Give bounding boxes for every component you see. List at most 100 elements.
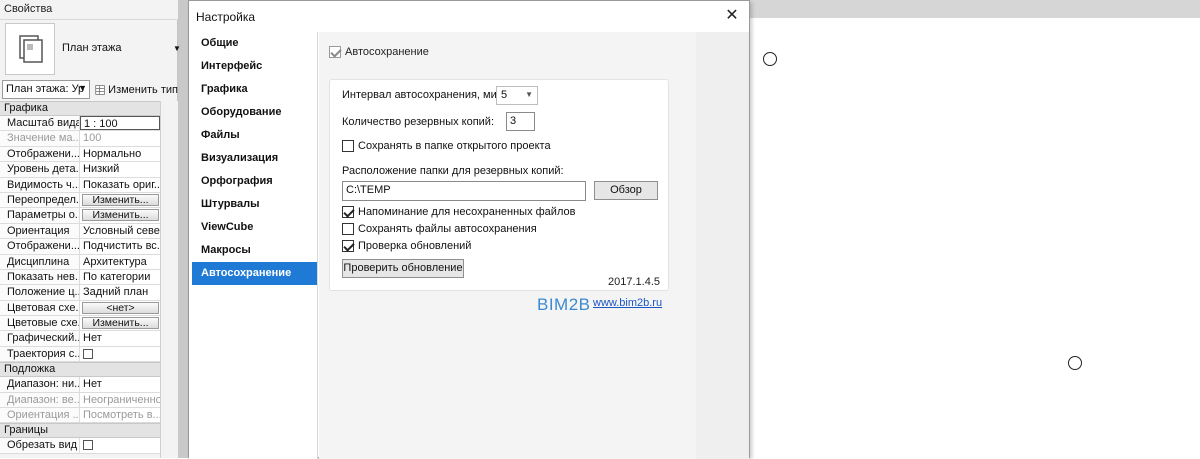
property-row: Ориентация ... Посмотреть в... — [0, 408, 178, 424]
property-row: Траектория с... — [0, 346, 178, 363]
property-row: Обрезать вид — [0, 438, 178, 454]
property-value[interactable]: 1 : 100 — [80, 116, 160, 131]
property-value: Неограниченно — [80, 392, 160, 408]
property-edit-button[interactable]: Изменить... — [82, 209, 159, 222]
edit-type-label: Изменить тип — [108, 84, 178, 96]
property-key: Ориентация ... — [0, 408, 80, 423]
property-value[interactable]: Показать ориг... — [80, 177, 160, 192]
properties-grid: Графика⌃Масштаб вида1 : 100Значение ма..… — [0, 101, 178, 454]
property-value[interactable] — [80, 346, 160, 362]
level-marker-icon[interactable] — [763, 52, 777, 66]
nav-item[interactable]: Графика — [189, 78, 317, 101]
nav-item[interactable]: Интерфейс — [189, 55, 317, 78]
property-row: Графический... Нет — [0, 331, 178, 347]
property-key: Переопредел... — [0, 192, 80, 208]
keep-autosave-files-checkbox[interactable]: Сохранять файлы автосохранения — [342, 223, 537, 236]
property-key: Траектория с... — [0, 346, 80, 362]
save-in-project-folder-checkbox[interactable]: Сохранять в папке открытого проекта — [342, 140, 551, 153]
edit-type-button[interactable]: Изменить тип — [95, 81, 178, 99]
nav-item[interactable]: Орфография — [189, 170, 317, 193]
remind-unsaved-label: Напоминание для несохраненных файлов — [358, 206, 576, 218]
property-row: Ориентация Условный север — [0, 223, 178, 240]
property-value[interactable]: Изменить... — [80, 316, 160, 331]
nav-item[interactable]: Общие — [189, 32, 317, 55]
dialog-side-rail — [696, 32, 749, 459]
property-row: Показать нев... По категории — [0, 269, 178, 286]
autosave-enable-checkbox[interactable]: Автосохранение — [329, 46, 429, 59]
property-group-label: Графика — [4, 102, 48, 114]
property-key: Диапазон: ни... — [0, 377, 80, 392]
property-checkbox[interactable] — [83, 440, 93, 451]
property-row: Дисциплина Архитектура — [0, 254, 178, 270]
nav-item[interactable]: Штурвалы — [189, 193, 317, 216]
chevron-down-icon: ▼ — [525, 90, 533, 99]
interval-select[interactable]: 5 ▼ — [496, 86, 538, 105]
property-key: Цветовые схе... — [0, 316, 80, 331]
property-group-header[interactable]: Подложка⌃ — [0, 362, 178, 378]
floor-plan-icon — [5, 23, 55, 75]
property-value[interactable]: Изменить... — [80, 192, 160, 208]
bim2b-logo: BIM2B — [537, 295, 591, 314]
remind-unsaved-checkbox[interactable]: Напоминание для несохраненных файлов — [342, 206, 576, 219]
properties-palette: Свойства План этажа ▼ План этажа: Ур ▼ И… — [0, 0, 181, 458]
close-icon[interactable]: ✕ — [721, 5, 743, 27]
type-dropdown-icon[interactable]: ▼ — [173, 44, 181, 53]
type-selector[interactable]: План этажа ▼ — [0, 20, 181, 78]
property-value[interactable]: Низкий — [80, 162, 160, 177]
dialog-titlebar[interactable]: Настройка ✕ — [189, 1, 749, 32]
property-row: Цветовые схе... Изменить... — [0, 316, 178, 332]
interval-value: 5 — [501, 89, 508, 101]
property-value[interactable]: Задний план — [80, 285, 160, 300]
property-value[interactable]: Нормально — [80, 146, 160, 162]
property-group-header[interactable]: Границы⌃ — [0, 423, 178, 439]
property-key: Видимость ч... — [0, 177, 80, 192]
nav-item[interactable]: ViewCube — [189, 216, 317, 239]
property-value[interactable]: Нет — [80, 331, 160, 346]
property-edit-button[interactable]: Изменить... — [82, 193, 159, 206]
check-update-button[interactable]: Проверить обновление — [342, 259, 464, 278]
options-dialog: Настройка ✕ Общие Интерфейс Графика Оборудо… — [188, 0, 750, 459]
property-value[interactable]: Архитектура — [80, 254, 160, 269]
nav-item[interactable]: Визуализация — [189, 147, 317, 170]
checkbox-unchecked-icon — [342, 140, 354, 153]
check-updates-checkbox[interactable]: Проверка обновлений — [342, 240, 471, 253]
keep-autosave-files-label: Сохранять файлы автосохранения — [358, 223, 537, 235]
nav-item[interactable]: Макросы — [189, 239, 317, 262]
property-value[interactable]: По категории — [80, 269, 160, 285]
interval-label: Интервал автосохранения, мин: — [342, 89, 506, 101]
nav-item[interactable]: Оборудование — [189, 101, 317, 124]
property-value[interactable]: Нет — [80, 377, 160, 392]
properties-scrollbar[interactable] — [160, 101, 178, 458]
chevron-down-icon: ▼ — [78, 83, 87, 93]
browse-button[interactable]: Обзор — [594, 181, 658, 200]
property-value[interactable] — [80, 438, 160, 453]
autosave-enable-label: Автосохранение — [345, 46, 429, 58]
property-key: Ориентация — [0, 223, 80, 239]
drawing-canvas[interactable] — [750, 18, 1200, 458]
elevation-marker-icon[interactable] — [1068, 356, 1082, 370]
nav-item[interactable]: Файлы — [189, 124, 317, 147]
property-row: Уровень дета... Низкий — [0, 162, 178, 178]
property-value[interactable]: Изменить... — [80, 208, 160, 223]
property-key: Параметры о... — [0, 208, 80, 223]
website-link[interactable]: www.bim2b.ru — [593, 297, 662, 309]
property-edit-button[interactable]: <нет> — [82, 301, 159, 314]
folder-path-input[interactable]: C:\TEMP — [342, 181, 586, 201]
property-edit-button[interactable]: Изменить... — [82, 317, 159, 330]
checkbox-checked-icon — [342, 240, 354, 253]
property-value[interactable]: Подчистить вс... — [80, 239, 160, 254]
property-checkbox[interactable] — [83, 348, 93, 359]
save-in-project-folder-label: Сохранять в папке открытого проекта — [358, 140, 551, 152]
nav-item[interactable]: Автосохранение — [192, 262, 317, 285]
property-group-header[interactable]: Графика⌃ — [0, 101, 178, 116]
property-key: Уровень дета... — [0, 162, 80, 177]
backups-input[interactable]: 3 — [506, 112, 535, 131]
property-value: Посмотреть в... — [80, 408, 160, 423]
property-value: 100 — [80, 131, 160, 146]
property-row: Диапазон: ни... Нет — [0, 377, 178, 393]
instance-filter-select[interactable]: План этажа: Ур ▼ — [2, 80, 90, 99]
property-row: Отображени... Подчистить вс... — [0, 239, 178, 255]
property-key: Отображени... — [0, 239, 80, 254]
property-value[interactable]: <нет> — [80, 300, 160, 316]
property-value[interactable]: Условный север — [80, 223, 160, 239]
